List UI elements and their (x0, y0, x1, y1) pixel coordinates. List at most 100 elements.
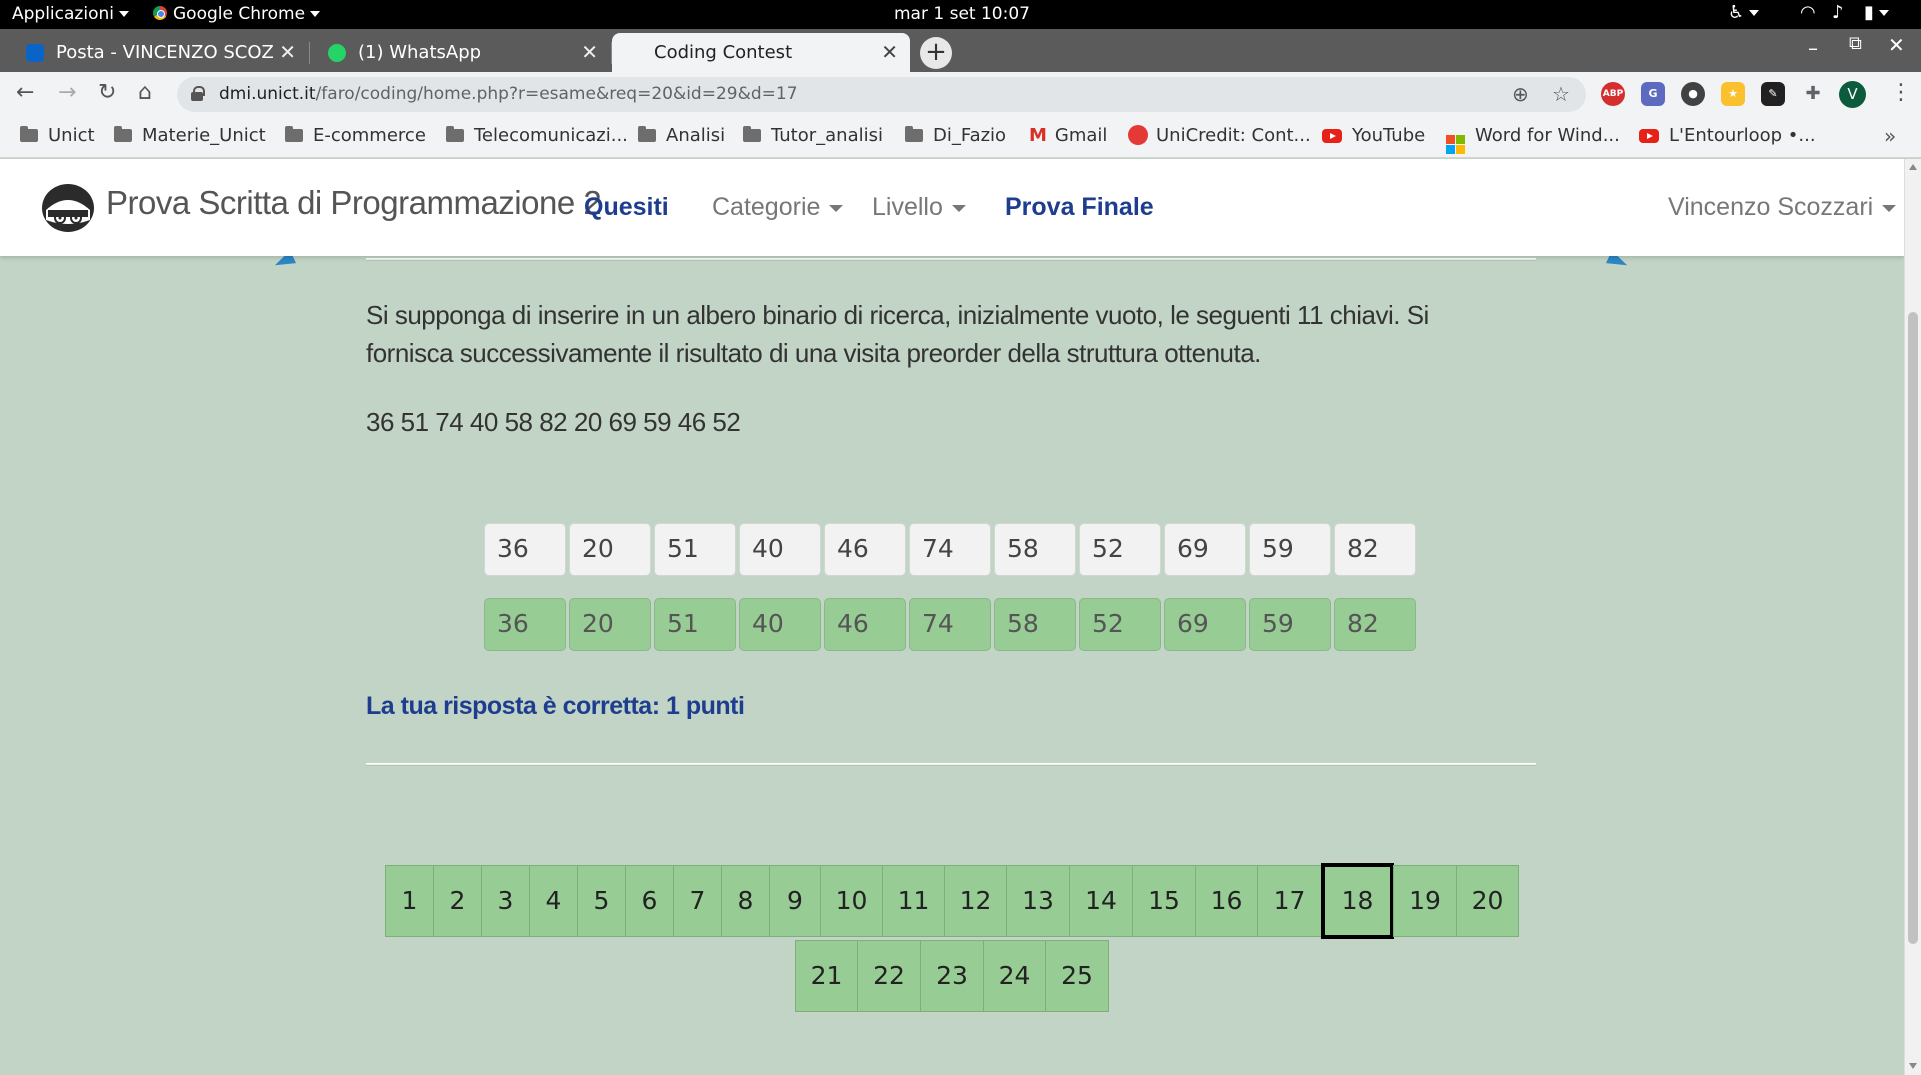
page-scrollbar[interactable] (1904, 159, 1921, 1075)
bookmark-word[interactable]: Word for Wind... (1446, 125, 1620, 154)
accessibility-icon[interactable]: ♿ (1728, 2, 1760, 23)
bookmark-analisi[interactable]: Analisi (638, 125, 725, 146)
user-menu[interactable]: Vincenzo Scozzari (1668, 193, 1897, 222)
nav-categorie[interactable]: Categorie (712, 193, 844, 222)
brand-logo-icon[interactable] (40, 180, 96, 232)
close-window-icon[interactable]: ✕ (1888, 33, 1905, 57)
question-text: Si supponga di inserire in un albero bin… (366, 300, 1429, 368)
page-button-10[interactable]: 10 (820, 865, 883, 937)
page-button-6[interactable]: 6 (625, 865, 674, 937)
zoom-icon[interactable]: ⊕ (1512, 82, 1529, 106)
bookmark-materie-unict[interactable]: Materie_Unict (114, 125, 266, 146)
page-button-20[interactable]: 20 (1456, 865, 1519, 937)
url-text[interactable]: dmi.unict.it/faro/coding/home.php?r=esam… (219, 84, 798, 104)
answer-input-cell[interactable]: 82 (1334, 523, 1416, 576)
extension-icon-3[interactable]: ● (1681, 82, 1705, 106)
wifi-icon[interactable]: ◠ (1800, 2, 1816, 23)
page-button-18-current[interactable]: 18 (1321, 863, 1394, 939)
reload-icon[interactable]: ↻ (98, 80, 116, 105)
puzzle-icon[interactable]: ✚ (1801, 82, 1825, 106)
bookmark-tutor-analisi[interactable]: Tutor_analisi (743, 125, 883, 146)
bookmark-telecomunicazioni[interactable]: Telecomunicazi... (446, 125, 628, 146)
clock[interactable]: mar 1 set 10:07 (894, 4, 1030, 24)
close-tab-icon[interactable]: ✕ (279, 40, 296, 64)
page-button-21[interactable]: 21 (795, 940, 858, 1012)
applications-menu[interactable]: Applicazioni (12, 4, 129, 24)
page-button-15[interactable]: 15 (1132, 865, 1196, 937)
bookmark-gmail[interactable]: M Gmail (1029, 125, 1107, 146)
extension-icon-4[interactable]: ★ (1721, 82, 1745, 106)
answer-input-cell[interactable]: 74 (909, 523, 991, 576)
correct-answer-cell: 58 (994, 598, 1076, 651)
page-button-7[interactable]: 7 (673, 865, 722, 937)
nav-livello[interactable]: Livello (872, 193, 966, 222)
bookmarks-bar: Unict Materie_Unict E-commerce Telecomun… (0, 117, 1921, 158)
page-button-13[interactable]: 13 (1006, 865, 1070, 937)
page-button-9[interactable]: 9 (769, 865, 821, 937)
answer-input-cell[interactable]: 69 (1164, 523, 1246, 576)
tab-whatsapp[interactable]: (1) WhatsApp ✕ (314, 33, 612, 72)
forward-icon[interactable]: → (58, 80, 76, 105)
new-tab-button[interactable]: + (920, 37, 952, 69)
page-button-16[interactable]: 16 (1195, 865, 1258, 937)
answer-input-cell[interactable]: 59 (1249, 523, 1331, 576)
page-button-22[interactable]: 22 (857, 940, 921, 1012)
adblock-plus-icon[interactable]: ABP (1601, 82, 1625, 106)
profile-avatar[interactable]: V (1839, 81, 1866, 108)
menu-kebab-icon[interactable]: ⋮ (1890, 80, 1912, 105)
bookmark-di-fazio[interactable]: Di_Fazio (905, 125, 1006, 146)
address-bar[interactable]: dmi.unict.it/faro/coding/home.php?r=esam… (177, 77, 1586, 112)
bookmark-star-icon[interactable]: ☆ (1552, 82, 1570, 106)
page-button-14[interactable]: 14 (1069, 865, 1133, 937)
tab-title: Posta - VINCENZO SCOZ (56, 42, 274, 63)
answer-input-cell[interactable]: 36 (484, 523, 566, 576)
answer-input-cell[interactable]: 58 (994, 523, 1076, 576)
browser-toolbar: ← → ↻ ⌂ dmi.unict.it/faro/coding/home.ph… (0, 72, 1921, 117)
nav-prova-finale[interactable]: Prova Finale (1005, 193, 1154, 222)
home-icon[interactable]: ⌂ (138, 80, 152, 105)
bookmark-entourloop[interactable]: L'Entourloop •... (1639, 125, 1816, 146)
answer-input-cell[interactable]: 20 (569, 523, 651, 576)
page-button-3[interactable]: 3 (481, 865, 530, 937)
lock-icon[interactable] (191, 86, 205, 101)
minimize-icon[interactable]: – (1808, 36, 1818, 60)
back-icon[interactable]: ← (16, 80, 34, 105)
answer-input-cell[interactable]: 52 (1079, 523, 1161, 576)
more-bookmarks-icon[interactable]: » (1884, 124, 1896, 148)
answer-input-cell[interactable]: 40 (739, 523, 821, 576)
answer-input-cell[interactable]: 51 (654, 523, 736, 576)
tab-coding-contest[interactable]: Coding Contest ✕ (612, 33, 910, 72)
page-button-25[interactable]: 25 (1045, 940, 1109, 1012)
scroll-thumb[interactable] (1908, 312, 1918, 944)
page-button-2[interactable]: 2 (433, 865, 482, 937)
bookmark-unict[interactable]: Unict (20, 125, 95, 146)
page-button-5[interactable]: 5 (577, 865, 626, 937)
battery-icon[interactable]: ▮ (1864, 2, 1889, 23)
scroll-up-icon[interactable] (1909, 164, 1917, 170)
browser-app-menu[interactable]: Google Chrome (153, 4, 321, 24)
volume-icon[interactable]: ♪ (1832, 2, 1844, 23)
nav-quesiti[interactable]: Quesiti (584, 193, 669, 222)
answer-input-cell[interactable]: 46 (824, 523, 906, 576)
restore-icon[interactable]: ⧉ (1849, 33, 1862, 54)
page-button-23[interactable]: 23 (920, 940, 984, 1012)
bookmark-unicredit[interactable]: UniCredit: Cont... (1128, 125, 1311, 146)
page-button-1[interactable]: 1 (385, 865, 434, 937)
translate-icon[interactable]: G (1641, 82, 1665, 106)
close-tab-icon[interactable]: ✕ (581, 40, 598, 64)
page-button-17[interactable]: 17 (1257, 865, 1322, 937)
page-button-12[interactable]: 12 (944, 865, 1007, 937)
bookmark-youtube[interactable]: YouTube (1322, 125, 1425, 146)
close-tab-icon[interactable]: ✕ (881, 40, 898, 64)
extension-icon-5[interactable]: ✎ (1761, 82, 1785, 106)
bookmark-e-commerce[interactable]: E-commerce (285, 125, 426, 146)
page-button-8[interactable]: 8 (721, 865, 770, 937)
page-button-19[interactable]: 19 (1393, 865, 1457, 937)
page-button-24[interactable]: 24 (983, 940, 1046, 1012)
chevron-down-icon (951, 204, 966, 212)
brand-title[interactable]: Prova Scritta di Programmazione 2 (106, 184, 602, 222)
page-button-4[interactable]: 4 (529, 865, 578, 937)
tab-outlook[interactable]: Posta - VINCENZO SCOZ ✕ (12, 33, 310, 72)
page-button-11[interactable]: 11 (882, 865, 945, 937)
scroll-down-icon[interactable] (1909, 1063, 1917, 1069)
